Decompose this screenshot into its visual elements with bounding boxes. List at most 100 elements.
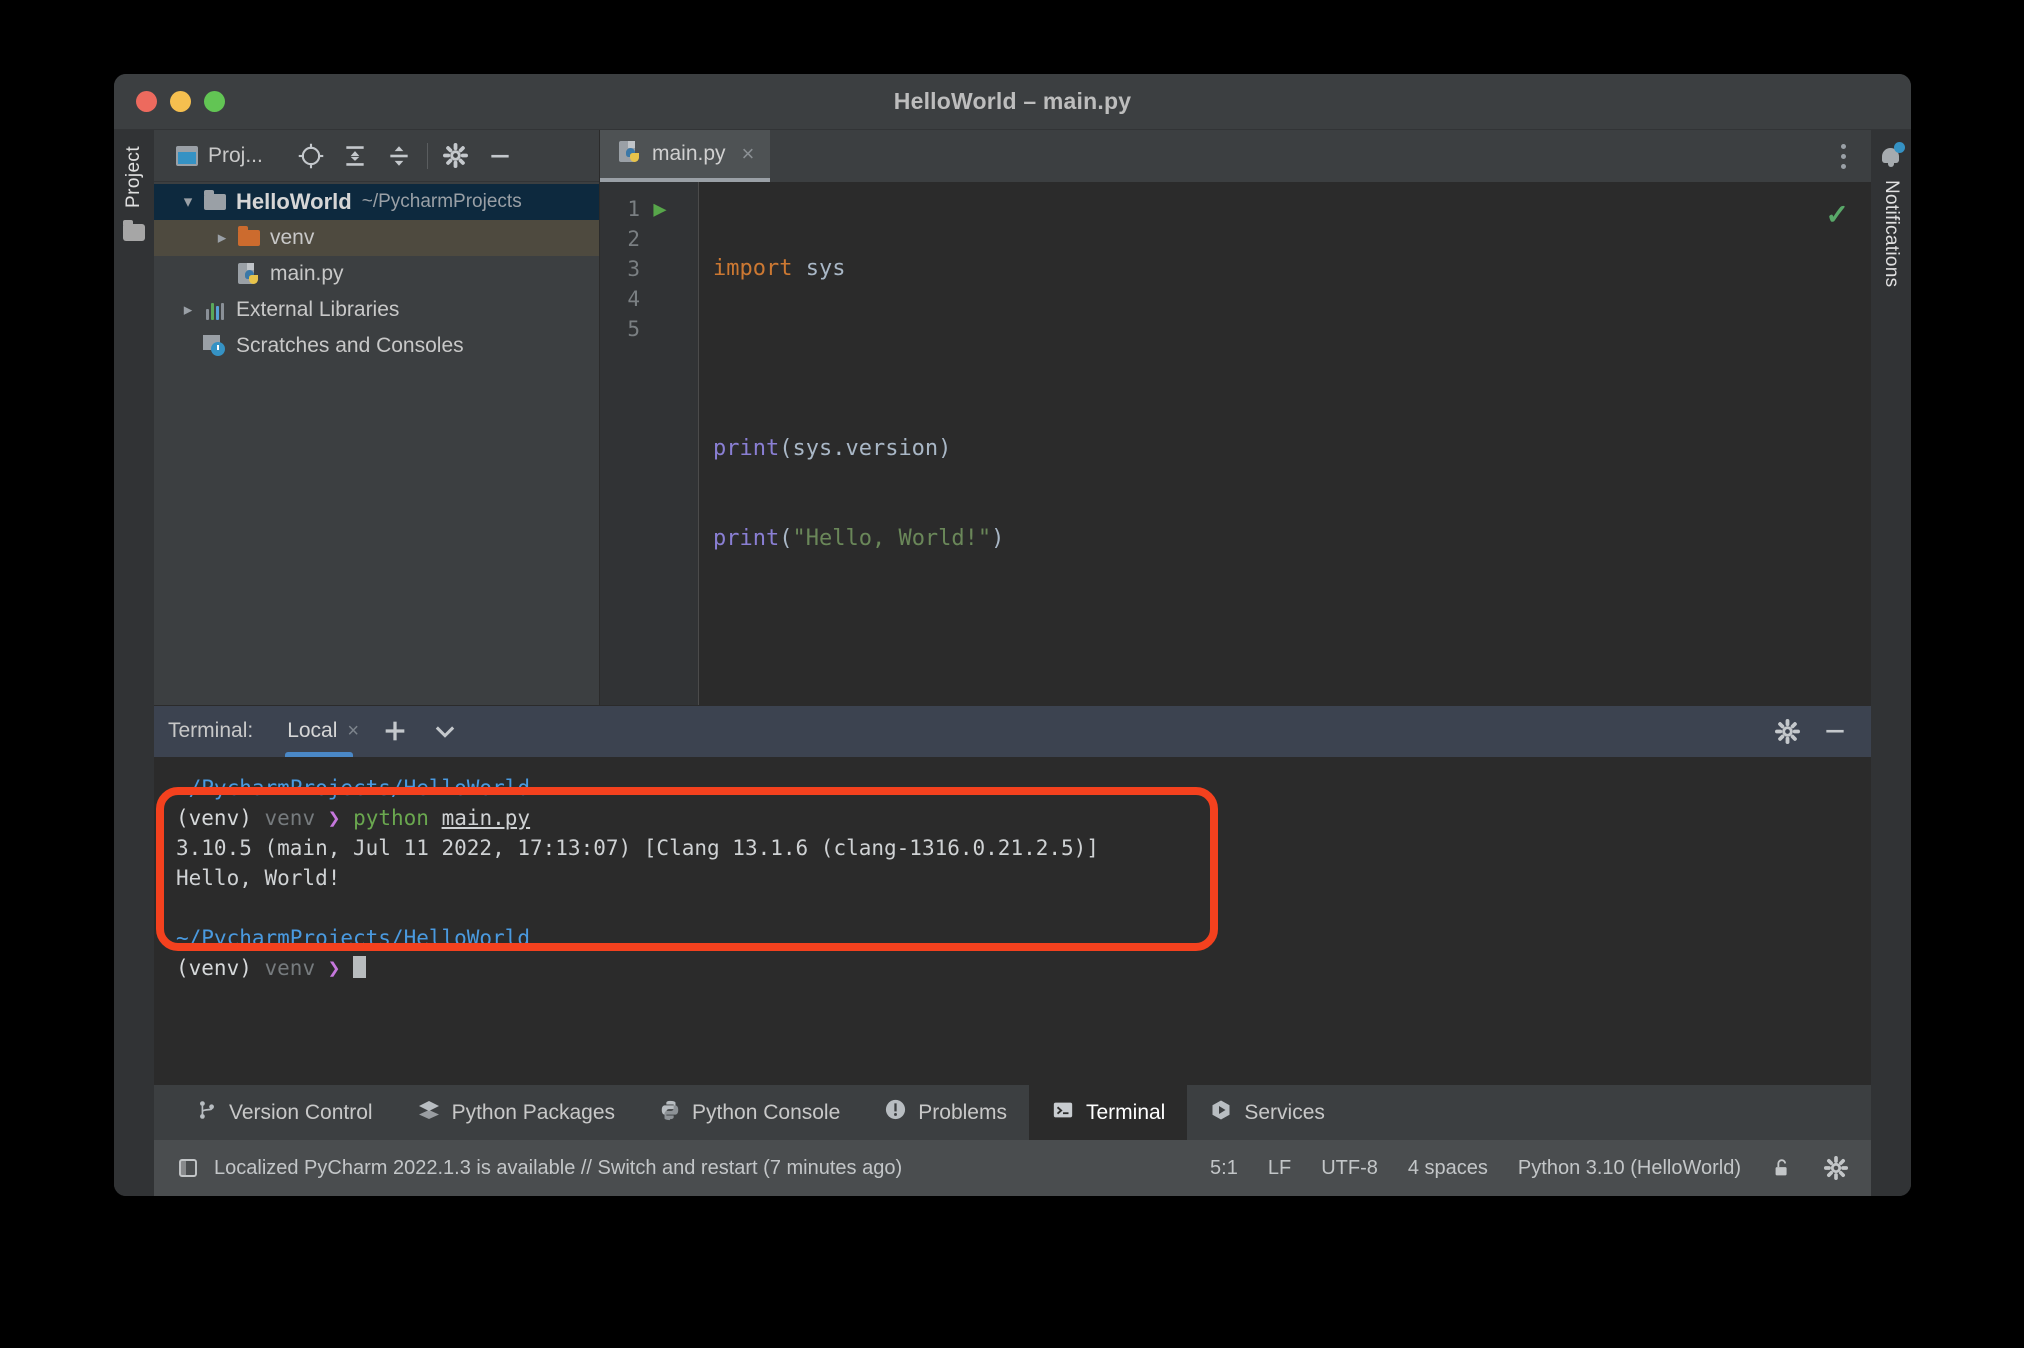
- toolwindow-label: Problems: [918, 1100, 1007, 1124]
- python-file-icon: [236, 262, 262, 286]
- code-editor[interactable]: 1 ▶ 2 3 4 5 import sys print(sys.version)…: [600, 182, 1871, 705]
- status-indent[interactable]: 4 spaces: [1408, 1157, 1488, 1180]
- token-string: "Hello, World!": [792, 526, 992, 551]
- terminal-command-arg[interactable]: main.py: [442, 806, 531, 830]
- sidebar-item-project[interactable]: Project: [123, 146, 145, 208]
- gear-icon[interactable]: [1823, 1155, 1849, 1181]
- terminal-line-path: ~/PycharmProjects/HelloWorld: [176, 773, 1871, 803]
- terminal-output[interactable]: ~/PycharmProjects/HelloWorld (venv) venv…: [154, 756, 1871, 1085]
- terminal-tab-local[interactable]: Local ×: [281, 705, 367, 758]
- toolbar-divider: [426, 142, 428, 169]
- tab-label: main.py: [652, 142, 726, 165]
- terminal-line-version: 3.10.5 (main, Jul 11 2022, 17:13:07) [Cl…: [176, 835, 1099, 860]
- more-options-icon[interactable]: [1815, 130, 1871, 182]
- terminal-path: ~/PycharmProjects/HelloWorld: [176, 775, 531, 800]
- code-text[interactable]: import sys print(sys.version) print("Hel…: [698, 182, 1871, 705]
- folder-orange-icon: [236, 226, 262, 246]
- terminal-dir: venv: [264, 955, 316, 980]
- line-number: 1: [627, 197, 640, 221]
- tree-item-label: HelloWorld: [236, 189, 352, 214]
- terminal-line-path-2: ~/PycharmProjects/HelloWorld: [176, 923, 1871, 953]
- expand-all-icon[interactable]: [333, 134, 377, 178]
- window-icon: [176, 145, 198, 166]
- token-plain: sys: [792, 256, 846, 281]
- gutter-line: 5: [600, 314, 698, 344]
- toolwindow-python-packages[interactable]: Python Packages: [395, 1085, 637, 1140]
- tree-item-scratches-and-consoles[interactable]: ▸ Scratches and Consoles: [154, 328, 599, 364]
- terminal-cursor: [353, 955, 367, 978]
- tree-item-helloworld[interactable]: ▾ HelloWorld ~/PycharmProjects: [154, 184, 599, 220]
- project-title-group: Proj...: [176, 144, 263, 168]
- locate-file-icon[interactable]: [289, 134, 333, 178]
- gear-icon[interactable]: [434, 134, 478, 178]
- run-arrow-icon[interactable]: ▶: [640, 197, 680, 222]
- terminal-chevron: ❯: [327, 805, 341, 830]
- status-encoding[interactable]: UTF-8: [1321, 1157, 1378, 1180]
- tree-item-external-libraries[interactable]: ▸ External Libraries: [154, 292, 599, 328]
- tree-item-label: venv: [270, 226, 315, 249]
- sidebar-icon[interactable]: [176, 1156, 200, 1180]
- toolwindow-problems[interactable]: Problems: [862, 1085, 1029, 1140]
- project-tree: ▾ HelloWorld ~/PycharmProjects ▸ venv ma…: [154, 182, 599, 705]
- editor-gutter[interactable]: 1 ▶ 2 3 4 5: [600, 182, 698, 705]
- left-tool-strip: Project: [114, 130, 154, 1196]
- toolwindow-terminal[interactable]: Terminal: [1028, 1085, 1188, 1141]
- terminal-toolbar: Terminal: Local ×: [154, 704, 1871, 758]
- sidebar-item-notifications[interactable]: Notifications: [1880, 180, 1902, 287]
- tree-item-main-py[interactable]: ▸ main.py: [154, 256, 599, 292]
- services-icon: [1209, 1098, 1233, 1128]
- bell-icon[interactable]: [1879, 142, 1905, 168]
- tab-main-py[interactable]: main.py ×: [600, 130, 771, 182]
- tree-item-label: Scratches and Consoles: [236, 334, 464, 357]
- terminal-toolbar-right: [1765, 709, 1857, 753]
- bottom-tool-window-bar: Version Control Python Packages Python C…: [154, 1084, 1871, 1141]
- status-line-separator[interactable]: LF: [1268, 1157, 1291, 1180]
- terminal-tab-label: Local: [287, 719, 338, 743]
- chevron-down-icon[interactable]: ▾: [174, 192, 202, 212]
- toolwindow-python-console[interactable]: Python Console: [637, 1085, 862, 1140]
- token-keyword: import: [713, 256, 793, 281]
- status-message[interactable]: Localized PyCharm 2022.1.3 is available …: [214, 1157, 902, 1180]
- gutter-line: 4: [600, 284, 698, 314]
- close-window-button[interactable]: [136, 91, 157, 112]
- folder-icon[interactable]: [123, 219, 145, 241]
- line-number: 5: [627, 317, 640, 341]
- code-line: print("Hello, World!"): [713, 524, 1871, 554]
- minimize-window-button[interactable]: [170, 91, 191, 112]
- zoom-window-button[interactable]: [204, 91, 225, 112]
- collapse-all-icon[interactable]: [377, 134, 421, 178]
- close-icon[interactable]: ×: [742, 141, 755, 167]
- close-icon[interactable]: ×: [347, 720, 359, 743]
- chevron-right-icon[interactable]: ▸: [208, 228, 236, 248]
- tree-item-label: main.py: [270, 262, 344, 285]
- toolwindow-label: Version Control: [229, 1100, 373, 1124]
- gear-icon[interactable]: [1765, 709, 1809, 753]
- tree-item-venv[interactable]: ▸ venv: [154, 220, 599, 256]
- minimize-icon[interactable]: [478, 134, 522, 178]
- traffic-lights: [136, 91, 225, 112]
- status-interpreter[interactable]: Python 3.10 (HelloWorld): [1518, 1157, 1741, 1180]
- plus-icon[interactable]: [373, 709, 417, 753]
- toolwindow-label: Python Console: [692, 1100, 841, 1124]
- inspection-status-icon[interactable]: ✓: [1826, 198, 1849, 231]
- status-caret-position[interactable]: 5:1: [1210, 1157, 1238, 1180]
- unlocked-icon[interactable]: [1771, 1156, 1793, 1180]
- folder-icon: [202, 190, 228, 210]
- token-plain: (: [779, 526, 793, 551]
- chevron-down-icon[interactable]: [423, 709, 467, 753]
- title-bar: HelloWorld – main.py: [114, 74, 1911, 130]
- toolwindow-services[interactable]: Services: [1187, 1085, 1347, 1140]
- python-icon: [659, 1098, 681, 1128]
- terminal-venv: (venv): [176, 805, 252, 830]
- line-number: 4: [627, 287, 640, 311]
- terminal-line-command: (venv) venv ❯ python main.py: [176, 803, 1871, 833]
- project-toolbar: Proj...: [154, 130, 599, 182]
- toolwindow-version-control[interactable]: Version Control: [174, 1085, 395, 1140]
- right-tool-strip: Notifications: [1871, 130, 1911, 1196]
- minimize-icon[interactable]: [1813, 709, 1857, 753]
- chevron-right-icon[interactable]: ▸: [174, 300, 202, 320]
- pycharm-window: HelloWorld – main.py Project Proj... ▾ H…: [114, 74, 1911, 1196]
